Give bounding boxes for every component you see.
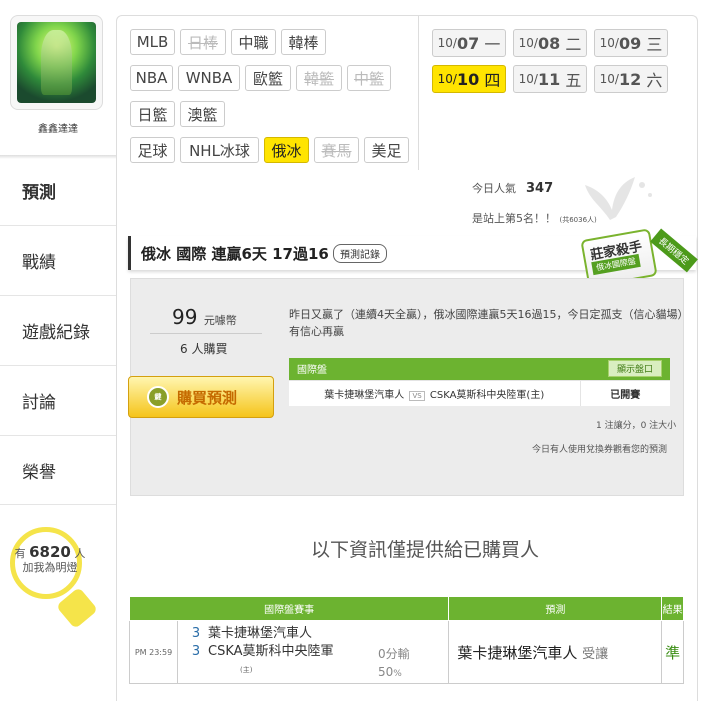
date-button-selected[interactable]: 10/10 四 [432, 65, 506, 93]
predicted-pick: 葉卡捷琳堡汽車人 受讓 [448, 620, 663, 684]
coin-icon: 鍵 [147, 386, 169, 408]
buyers-only-title: 以下資訊僅提供給已購買人 [310, 539, 539, 561]
price-unit: 元噱幣 [203, 314, 237, 327]
nav-item-honor[interactable]: 榮譽 [0, 435, 116, 505]
badge-ribbon: 長期穩定 [650, 228, 698, 273]
team1-score: 3 [191, 626, 201, 641]
results-header: 國際盤賽事 預測 結果 [128, 596, 684, 621]
sidebar: 鑫鑫達達 預測 戰績 遊戲紀錄 討論 榮譽 有 6820 人 加我為明燈 [0, 0, 116, 701]
rank-stat: 是站上第5名！！ (共6036人) [472, 210, 597, 226]
tab-cn-basketball[interactable]: 中籃 [347, 65, 391, 91]
tab-cpbl[interactable]: 中職 [231, 29, 276, 55]
buyer-count: 6 人購買 [180, 342, 228, 356]
table-row: 葉卡捷琳堡汽車人 VS CSKA莫斯科中央陸軍(主) 已開賽 [289, 379, 670, 406]
nav-item-discussion[interactable]: 討論 [0, 365, 116, 435]
bet-count-note: 1 注讓分，0 注大小 [596, 421, 677, 431]
vs-icon: VS [409, 390, 425, 401]
voucher-note: 今日有人使用兌換券觀看您的預測 [532, 445, 668, 455]
tab-soccer[interactable]: 足球 [130, 137, 175, 163]
username: 鑫鑫達達 [38, 124, 78, 135]
follow-label: 加我為明燈 [22, 561, 78, 574]
rank-text: 是站上第5名！！ [472, 212, 556, 225]
host-label: (主) [240, 666, 253, 674]
avatar-image [17, 22, 96, 103]
tab-horse-racing[interactable]: 賽馬 [314, 137, 359, 163]
avatar[interactable] [10, 15, 103, 110]
game-status: 已開賽 [580, 379, 670, 406]
buy-prediction-button[interactable]: 鍵購買預測 [128, 376, 274, 418]
tab-mlb[interactable]: MLB [130, 29, 175, 55]
nav-item-game-log[interactable]: 遊戲紀錄 [0, 295, 116, 365]
record-button[interactable]: 預測記錄 [333, 244, 387, 263]
tab-divider [418, 15, 419, 170]
odds-pct: 50 [378, 665, 394, 679]
date-button[interactable]: 10/08 二 [513, 29, 587, 57]
col-prediction: 預測 [448, 596, 663, 621]
game-teams: 3 葉卡捷琳堡汽車人 3 CSKA莫斯科中央陸軍 (主) 0分輸 50% [176, 620, 450, 684]
tab-jp-baseball[interactable]: 日棒 [180, 29, 226, 55]
col-event: 國際盤賽事 [128, 596, 450, 621]
away-team: CSKA莫斯科中央陸軍(主) [429, 389, 545, 401]
tab-kr-basketball[interactable]: 韓籃 [296, 65, 342, 91]
popularity-label: 今日人氣 [472, 182, 516, 195]
team2-name: CSKA莫斯科中央陸軍 [208, 644, 334, 659]
tab-eu-basketball[interactable]: 歐籃 [245, 65, 291, 91]
tab-au-basketball[interactable]: 澳籃 [180, 101, 225, 127]
table-row: PM 23:59 3 葉卡捷琳堡汽車人 3 CSKA莫斯科中央陸軍 (主) 0分輸 5… [129, 620, 684, 684]
tab-nhl[interactable]: NHL冰球 [180, 137, 259, 163]
pick-team: 葉卡捷琳堡汽車人 [457, 643, 578, 662]
home-team: 葉卡捷琳堡汽車人 [324, 389, 405, 401]
pick-note: 受讓 [582, 646, 609, 662]
tab-wnba[interactable]: WNBA [178, 65, 240, 91]
tab-nba[interactable]: NBA [130, 65, 173, 91]
odds-line: 0分輸 [378, 647, 410, 661]
price: 99 元噱幣 [172, 305, 237, 329]
game-table-title: 國際盤 [297, 365, 327, 377]
game-table-header: 國際盤 顯示盤口 [289, 358, 670, 380]
popularity-value: 347 [526, 181, 554, 196]
results-table: 國際盤賽事 預測 結果 PM 23:59 3 葉卡捷琳堡汽車人 3 CSKA莫斯科中… [128, 596, 684, 684]
price-divider [150, 333, 262, 334]
game-table: 國際盤 顯示盤口 葉卡捷琳堡汽車人 VS CSKA莫斯科中央陸軍(主) 已開賽 [289, 358, 670, 406]
buy-label: 購買預測 [177, 388, 238, 407]
tab-jp-basketball[interactable]: 日籃 [130, 101, 175, 127]
show-odds-button[interactable]: 顯示盤口 [607, 360, 662, 378]
popularity-stat: 今日人氣 347 [472, 180, 553, 196]
team1-name: 葉卡捷琳堡汽車人 [208, 626, 313, 641]
nav-item-predict[interactable]: 預測 [0, 155, 116, 225]
sidebar-nav: 預測 戰績 遊戲紀錄 討論 榮譽 [0, 155, 116, 505]
date-button[interactable]: 10/11 五 [513, 65, 587, 93]
team2-score: 3 [191, 644, 201, 659]
date-button[interactable]: 10/07 一 [432, 29, 506, 57]
tab-kr-baseball[interactable]: 韓棒 [281, 29, 326, 55]
tab-russian-hockey[interactable]: 俄冰 [264, 137, 309, 163]
result-mark: 準 [661, 620, 684, 684]
game-time: PM 23:59 [129, 620, 178, 684]
nav-item-record[interactable]: 戰績 [0, 225, 116, 295]
price-value: 99 [172, 305, 198, 329]
date-button[interactable]: 10/09 三 [594, 29, 668, 57]
odds-pct-unit: % [393, 669, 402, 679]
date-button[interactable]: 10/12 六 [594, 65, 668, 93]
bookie-killer-badge: 莊家殺手 俄冰國際盤 長期穩定 [580, 222, 705, 288]
prediction-comment: 昨日又贏了（連續4天全贏），俄冰國際連贏5天16過15，今日定孤支（信心貓場）有… [289, 308, 683, 338]
col-result: 結果 [661, 596, 684, 621]
prediction-title: 俄冰 國際 連贏6天 17過16 [141, 245, 329, 263]
tab-us-football[interactable]: 美足 [364, 137, 409, 163]
odds: 0分輸 50% [378, 645, 410, 683]
fairy-icon [585, 177, 652, 220]
